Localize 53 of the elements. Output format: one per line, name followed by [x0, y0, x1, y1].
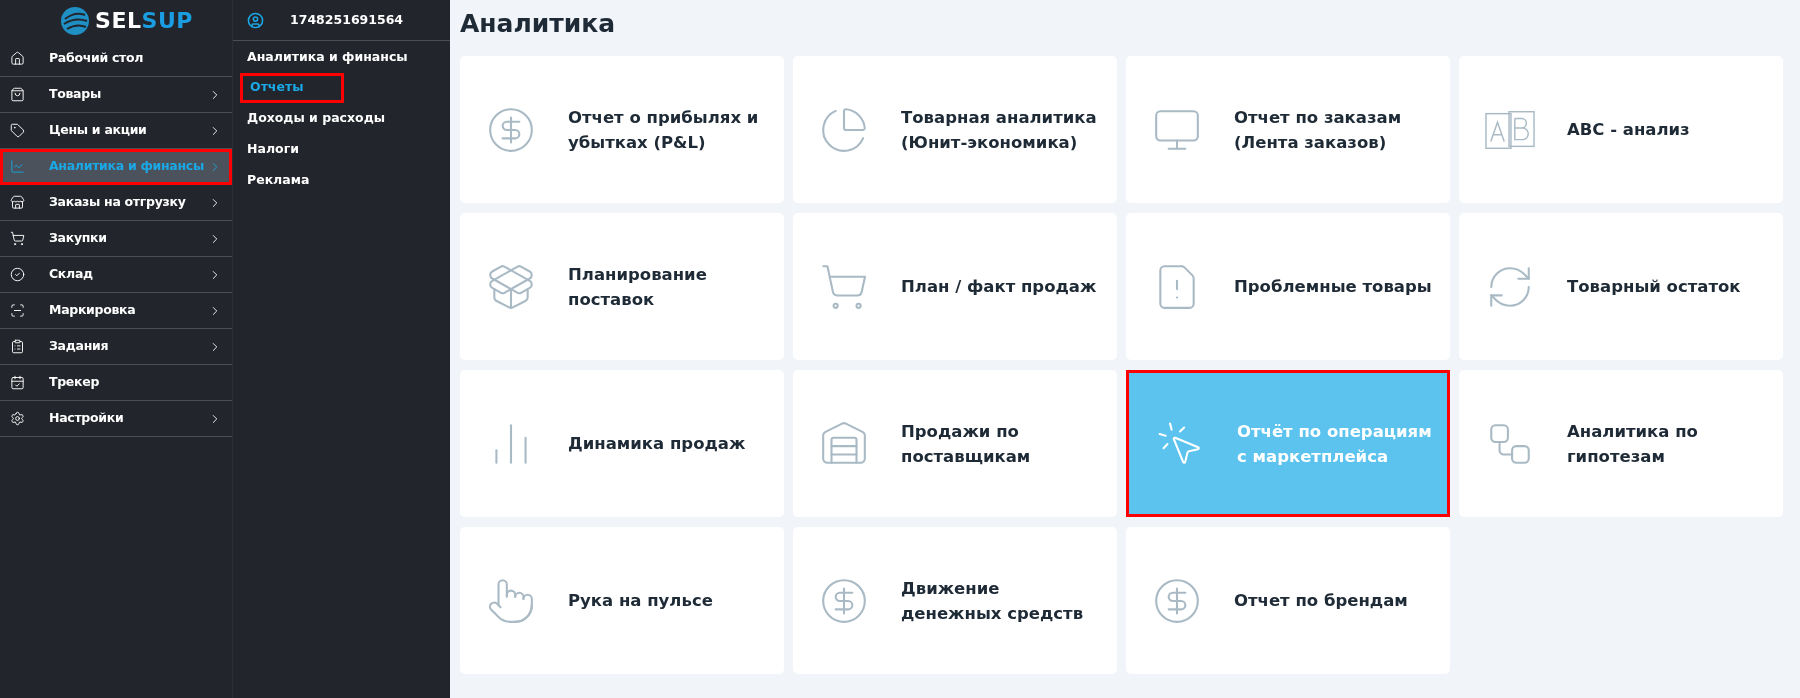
checklist-icon [10, 339, 25, 354]
submenu-item[interactable]: Отчеты [240, 72, 344, 103]
submenu-item[interactable]: Доходы и расходы [240, 103, 393, 134]
report-card[interactable]: Товарная аналитика (Юнит-экономика) [793, 56, 1117, 203]
report-card[interactable]: Рука на пульсе [460, 527, 784, 674]
bag-icon [10, 87, 25, 102]
card-title: ABC - анализ [1567, 119, 1690, 141]
ab-letters-icon [1485, 108, 1535, 151]
card-title: Рука на пульсе [568, 590, 713, 612]
report-card[interactable]: Динамика продаж [460, 370, 784, 517]
user-icon [247, 11, 264, 29]
card-title: Движение денежных средств [901, 577, 1085, 625]
report-card[interactable]: Товарный остаток [1459, 213, 1783, 360]
logo-text: SELSUP [95, 7, 193, 35]
card-title: Динамика продаж [568, 433, 746, 455]
report-card[interactable]: План / факт продаж [793, 213, 1117, 360]
report-card[interactable]: Движение денежных средств [793, 527, 1117, 674]
cart-icon [10, 231, 25, 246]
page-title: Аналитика [460, 8, 617, 41]
report-card[interactable]: Отчет по заказам (Лента заказов) [1126, 56, 1450, 203]
sidebar-item[interactable]: Настройки [0, 401, 232, 437]
card-title: Отчет о прибылях и убытках (P&L) [568, 106, 760, 154]
check-circle-icon [10, 267, 25, 282]
submenu-item[interactable]: Реклама [240, 165, 344, 196]
card-title: Аналитика по гипотезам [1567, 420, 1699, 468]
chart-line-icon [10, 159, 25, 174]
report-card[interactable]: Отчет о прибылях и убытках (P&L) [460, 56, 784, 203]
report-card[interactable]: Аналитика по гипотезам [1459, 370, 1783, 517]
account-number: 1748251691564 [290, 10, 404, 29]
card-title: Проблемные товары [1234, 276, 1432, 298]
report-card[interactable]: Планирование поставок [460, 213, 784, 360]
report-card[interactable]: Продажи по поставщикам [793, 370, 1117, 517]
report-card[interactable]: ABC - анализ [1459, 56, 1783, 203]
card-title: Отчет по заказам (Лента заказов) [1234, 106, 1403, 154]
home-icon [10, 51, 25, 66]
scan-icon [10, 303, 25, 318]
settings-icon [10, 411, 25, 426]
sidebar-item[interactable]: Товары [0, 77, 232, 113]
tag-icon [10, 123, 25, 138]
submenu-item[interactable]: Налоги [240, 134, 344, 165]
card-title: Продажи по поставщикам [901, 420, 1032, 468]
card-title: План / факт продаж [901, 276, 1097, 298]
logo-icon [59, 4, 91, 37]
card-title: Отчёт по операциям с маркетплейса [1237, 420, 1433, 468]
submenu-heading: Аналитика и финансы [246, 48, 409, 67]
card-title: Товарный остаток [1567, 276, 1741, 298]
report-card[interactable]: Отчет по брендам [1126, 527, 1450, 674]
card-title: Товарная аналитика (Юнит-экономика) [901, 106, 1098, 154]
card-title: Отчет по брендам [1234, 590, 1408, 612]
store-icon [10, 195, 25, 210]
calendar-check-icon [10, 375, 25, 390]
report-card[interactable]: Проблемные товары [1126, 213, 1450, 360]
card-title: Планирование поставок [568, 263, 708, 311]
